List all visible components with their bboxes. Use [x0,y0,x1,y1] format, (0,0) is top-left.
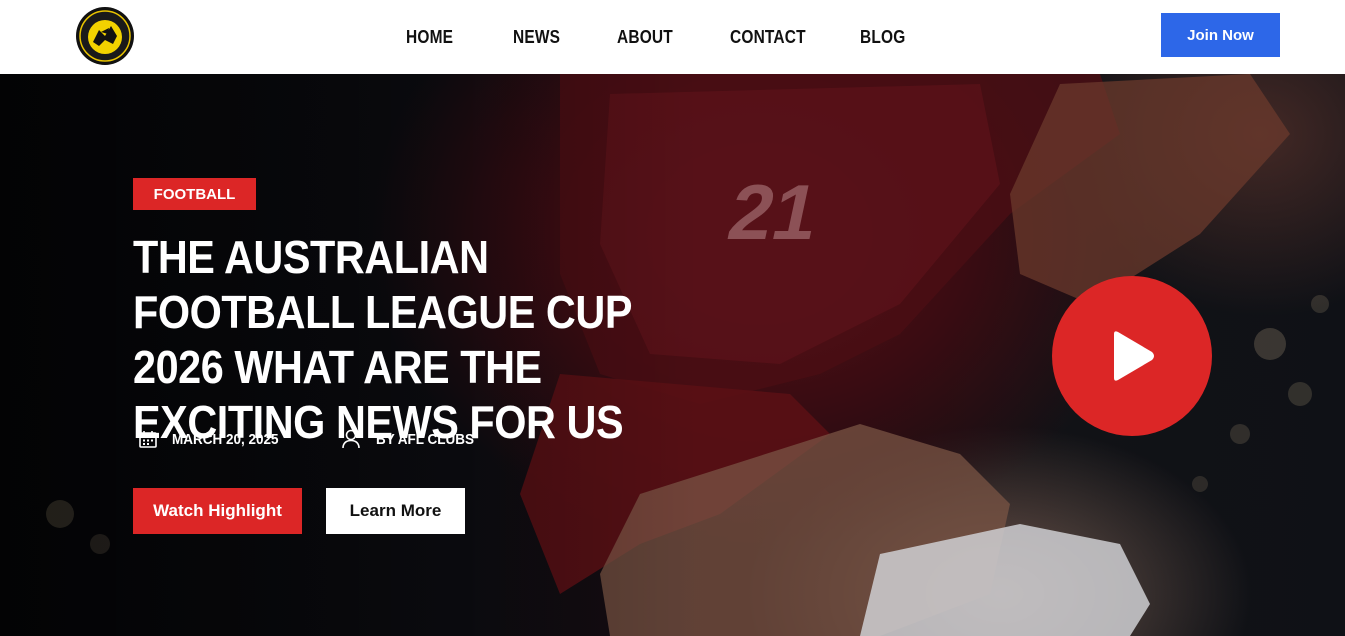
logo-emblem-icon [76,7,134,65]
play-icon [1114,331,1154,381]
site-header: HOME NEWS ABOUT CONTACT BLOG Join Now [0,0,1345,74]
calendar-icon [139,431,157,448]
watch-highlight-button[interactable]: Watch Highlight [133,488,302,534]
post-date: MARCH 20, 2025 [138,427,290,451]
nav-news[interactable]: NEWS [513,27,560,48]
post-author-text: BY AFL CLUBS [376,430,475,448]
user-icon [342,429,360,449]
hero-headline: THE AUSTRALIAN FOOTBALL LEAGUE CUP 2026 … [133,231,632,448]
play-video-button[interactable] [1052,276,1212,436]
post-author: BY AFL CLUBS [340,427,485,451]
nav-contact[interactable]: CONTACT [730,27,806,48]
site-logo[interactable] [75,6,135,66]
hero-banner: 21 FOOTBALL THE AUSTRALIAN FOOTBALL LEAG… [0,74,1345,636]
nav-about[interactable]: ABOUT [617,27,673,48]
nav-home[interactable]: HOME [406,27,453,48]
category-tag[interactable]: FOOTBALL [133,178,256,210]
post-date-text: MARCH 20, 2025 [172,430,279,448]
jersey-number: 21 [721,169,826,256]
learn-more-button[interactable]: Learn More [326,488,465,534]
join-now-button[interactable]: Join Now [1161,13,1280,57]
nav-blog[interactable]: BLOG [860,27,905,48]
